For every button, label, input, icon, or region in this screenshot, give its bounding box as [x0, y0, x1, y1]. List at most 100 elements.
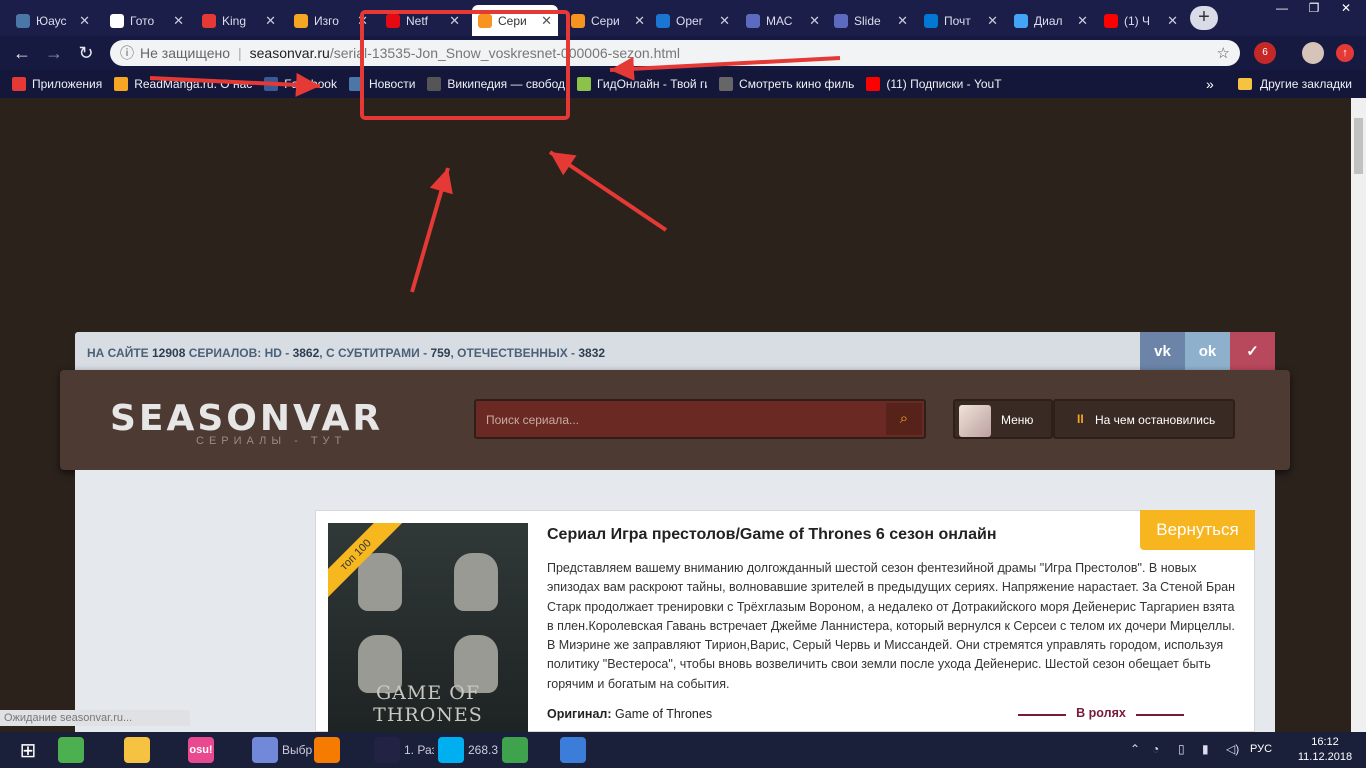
- close-icon[interactable]: ✕: [541, 13, 552, 29]
- tab[interactable]: Юаус ✕: [10, 5, 96, 36]
- tab[interactable]: Изго ✕: [288, 5, 374, 36]
- info-icon[interactable]: ⓘ: [120, 43, 134, 63]
- reload-button[interactable]: ↻: [74, 41, 98, 65]
- bookmark-label: Приложения: [32, 77, 103, 91]
- bookmark-item[interactable]: Новости: [348, 77, 415, 91]
- taskbar-app[interactable]: [314, 732, 354, 768]
- tab[interactable]: Гото ✕: [104, 5, 190, 36]
- other-bookmarks[interactable]: Другие закладки: [1238, 77, 1352, 91]
- close-icon[interactable]: ✕: [79, 13, 90, 29]
- kinopoisk-icon: [294, 13, 308, 28]
- back-button[interactable]: Вернуться: [1140, 510, 1255, 550]
- volume-icon[interactable]: ◁): [1226, 742, 1239, 756]
- avatar: [959, 405, 991, 437]
- tab[interactable]: Netf ✕: [380, 5, 466, 36]
- taskbar-app[interactable]: [124, 732, 170, 768]
- seasonvar-icon: [478, 13, 492, 28]
- resume-watching-button[interactable]: II На чем остановились: [1053, 399, 1235, 439]
- taskbar-app-label: 1. Разм: [404, 743, 434, 757]
- close-icon[interactable]: ✕: [1077, 13, 1088, 29]
- close-icon[interactable]: ✕: [173, 13, 184, 29]
- update-icon[interactable]: ↑: [1336, 44, 1354, 62]
- extension-badge[interactable]: 6: [1254, 42, 1276, 64]
- status-bubble: Ожидание seasonvar.ru...: [0, 710, 190, 726]
- close-icon[interactable]: ✕: [719, 13, 730, 29]
- tab[interactable]: Сери ✕: [565, 5, 651, 36]
- site-share-button[interactable]: ✓: [1230, 332, 1275, 372]
- series-description: Представляем вашему вниманию долгожданны…: [547, 561, 1236, 691]
- tab-label: King: [222, 13, 247, 28]
- close-icon[interactable]: ✕: [987, 13, 998, 29]
- network-icon[interactable]: ◔: [1152, 742, 1159, 756]
- address-bar[interactable]: ⓘ Не защищено | seasonvar.ru/serial-1353…: [110, 40, 1240, 66]
- close-icon[interactable]: ✕: [809, 13, 820, 29]
- profile-avatar[interactable]: [1302, 42, 1324, 64]
- taskbar-app[interactable]: 268.3 K: [438, 732, 498, 768]
- tab-label: Изго: [314, 13, 339, 28]
- discord-icon: [252, 737, 278, 763]
- tray-arrow-icon[interactable]: ⌃: [1130, 742, 1140, 756]
- tab-label: Сери: [498, 13, 527, 28]
- close-icon[interactable]: ✕: [265, 13, 276, 29]
- taskbar-app[interactable]: [560, 732, 606, 768]
- maximize-button[interactable]: ❐: [1298, 0, 1330, 18]
- search-input[interactable]: [486, 411, 876, 429]
- series-poster[interactable]: топ 100 GAME OF THRONES: [328, 523, 528, 732]
- site-stats: НА САЙТЕ 12908 СЕРИАЛОВ: HD - 3862, С СУ…: [87, 346, 606, 360]
- minimize-button[interactable]: —: [1266, 0, 1298, 18]
- bookmark-item[interactable]: (11) Подписки - YouT: [866, 77, 1002, 91]
- bookmark-item[interactable]: ГидОнлайн - Твой ги: [577, 77, 707, 91]
- tab[interactable]: Oper ✕: [650, 5, 736, 36]
- bookmarks-overflow-button[interactable]: »: [1206, 76, 1214, 92]
- close-icon[interactable]: ✕: [449, 13, 460, 29]
- tab[interactable]: King ✕: [196, 5, 282, 36]
- player-icon: [314, 737, 340, 763]
- taskbar-app[interactable]: [58, 732, 104, 768]
- vk-icon: [16, 13, 30, 28]
- scrollbar-thumb[interactable]: [1354, 118, 1363, 174]
- pause-icon: II: [1077, 412, 1084, 426]
- taskbar: ⊞ osu!Выбр1. Разм268.3 K ⌃ ◔ ▯ ▮ ◁) РУС …: [0, 732, 1366, 768]
- close-icon[interactable]: ✕: [1167, 13, 1178, 29]
- site-logo[interactable]: SEASONVAR: [110, 398, 383, 439]
- bookmark-item[interactable]: Facebook: [264, 77, 337, 91]
- close-window-button[interactable]: ✕: [1330, 0, 1362, 18]
- tab[interactable]: (1) Ч ✕: [1098, 5, 1184, 36]
- bookmark-star-icon[interactable]: ☆: [1217, 44, 1230, 62]
- tab-label: Oper: [676, 13, 703, 28]
- language-indicator[interactable]: РУС: [1250, 743, 1272, 755]
- page-scrollbar[interactable]: [1351, 98, 1366, 732]
- search-button[interactable]: ⌕: [886, 403, 922, 435]
- clock-date: 11.12.2018: [1297, 751, 1353, 763]
- ok-share-button[interactable]: ok: [1185, 332, 1230, 372]
- forward-button[interactable]: →: [42, 41, 66, 65]
- bookmark-item[interactable]: Смотреть кино филь: [719, 77, 854, 91]
- new-tab-button[interactable]: +: [1190, 6, 1218, 30]
- site-logo-tagline: СЕРИАЛЫ - ТУТ: [196, 435, 347, 447]
- menu-button[interactable]: Меню: [953, 399, 1053, 439]
- tab[interactable]: Сери ✕: [472, 5, 558, 36]
- tab[interactable]: Slide ✕: [828, 5, 914, 36]
- battery-icon[interactable]: ▯: [1178, 742, 1185, 756]
- bookmark-item[interactable]: Приложения: [12, 77, 102, 91]
- close-icon[interactable]: ✕: [897, 13, 908, 29]
- tab[interactable]: Диал ✕: [1008, 5, 1094, 36]
- taskbar-app[interactable]: [502, 732, 548, 768]
- tab[interactable]: Почт ✕: [918, 5, 1004, 36]
- close-icon[interactable]: ✕: [634, 13, 645, 29]
- bookmarks-bar: Приложения ReadManga.ru. О нас Facebook Нов…: [0, 70, 1366, 98]
- back-button[interactable]: ←: [10, 41, 34, 65]
- wifi-icon[interactable]: ▮: [1202, 742, 1209, 756]
- bookmark-item[interactable]: Википедия — свобод: [427, 77, 565, 91]
- close-icon[interactable]: ✕: [357, 13, 368, 29]
- start-button[interactable]: ⊞: [10, 732, 46, 768]
- taskbar-app[interactable]: 1. Разм: [374, 732, 434, 768]
- vk-share-button[interactable]: vk: [1140, 332, 1185, 372]
- bookmark-item[interactable]: ReadManga.ru. О нас: [114, 77, 252, 91]
- taskbar-app[interactable]: Выбр: [252, 732, 312, 768]
- taskbar-app[interactable]: osu!: [188, 732, 234, 768]
- menu-label: Меню: [1001, 413, 1034, 427]
- tab[interactable]: МАС ✕: [740, 5, 826, 36]
- tab-strip: Юаус ✕ Гото ✕ King ✕ Изго ✕ Netf ✕ Сери ✕ Сери ✕ Oper ✕…: [0, 0, 1366, 36]
- clock[interactable]: 16:12 11.12.2018: [1290, 735, 1360, 765]
